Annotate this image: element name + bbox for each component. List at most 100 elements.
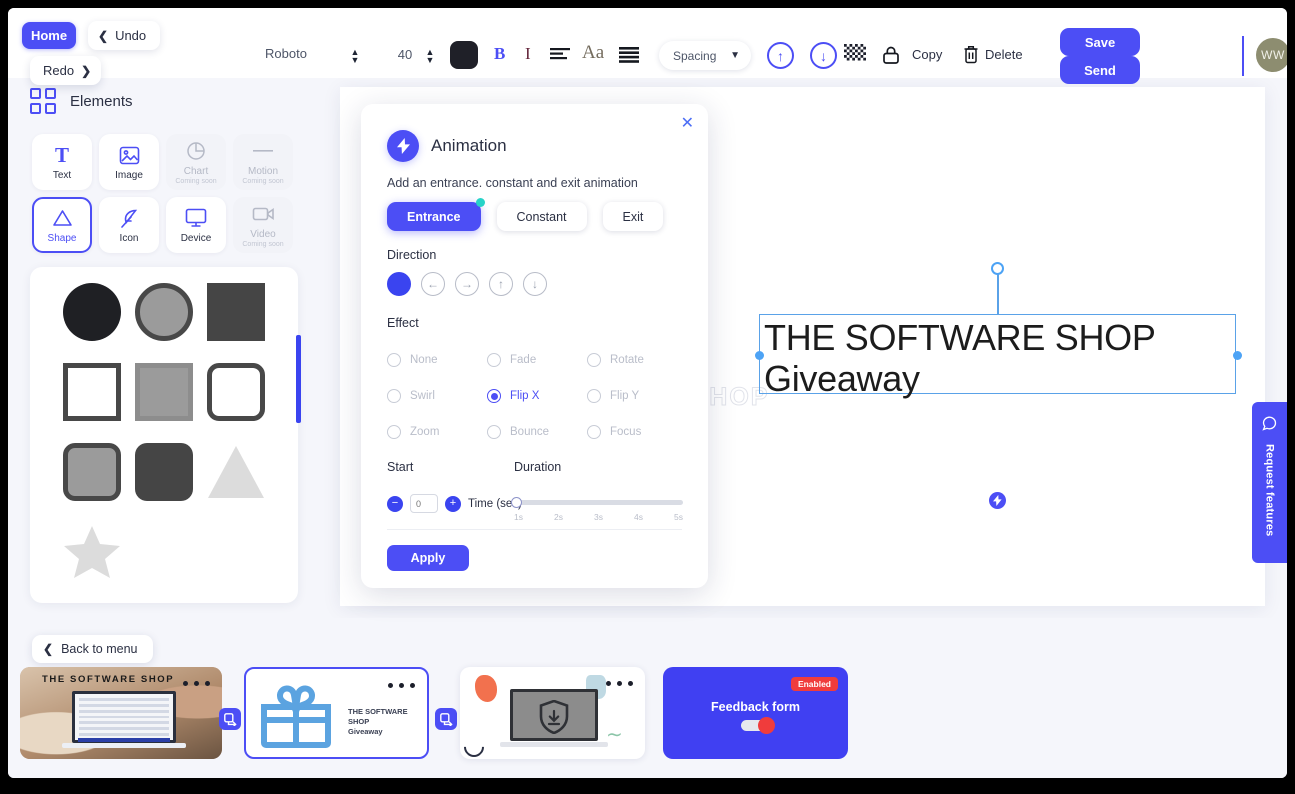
effect-zoom[interactable]: Zoom <box>387 414 487 450</box>
font-size-stepper[interactable]: ▲ ▼ <box>424 46 436 66</box>
close-icon[interactable]: ✕ <box>681 116 694 132</box>
shape-rounded-square-dark[interactable] <box>128 432 200 512</box>
radio-icon <box>587 425 601 439</box>
italic-button[interactable]: I <box>525 44 531 64</box>
text-color-swatch[interactable] <box>450 41 478 69</box>
send-button[interactable]: Send <box>1060 56 1140 84</box>
undo-label: Undo <box>115 28 147 43</box>
avatar[interactable]: WW <box>1256 38 1287 72</box>
effect-section-label: Effect <box>387 316 419 330</box>
tab-entrance[interactable]: Entrance <box>387 198 485 231</box>
chevron-left-icon: ❮ <box>43 642 54 656</box>
element-card-text[interactable]: T Text <box>32 134 92 190</box>
duration-slider[interactable] <box>511 497 683 508</box>
tick-label: 1s <box>514 512 523 522</box>
effect-flip-x[interactable]: Flip X <box>487 378 587 414</box>
device-icon <box>185 206 207 230</box>
shape-square-filled-gray[interactable] <box>128 352 200 432</box>
slide-menu-dots[interactable] <box>606 681 633 686</box>
copy-button[interactable]: Copy <box>912 47 942 62</box>
text-line-2: Giveaway <box>764 358 920 399</box>
font-family-select[interactable]: Roboto <box>236 46 336 61</box>
save-button[interactable]: Save <box>1060 28 1140 56</box>
chevron-down-icon: ▼ <box>425 55 435 65</box>
transparency-grid-icon[interactable] <box>844 44 866 66</box>
element-card-image[interactable]: Image <box>99 134 159 190</box>
decorative-wave-green: ∼ <box>606 724 623 746</box>
slide-thumbnail-1[interactable]: THE SOFTWARE SHOP <box>20 667 222 759</box>
effect-rotate[interactable]: Rotate <box>587 342 687 378</box>
resize-handle-left[interactable] <box>755 351 764 360</box>
shape-rounded-square-outline[interactable] <box>200 352 272 432</box>
grid-icon <box>30 88 56 114</box>
element-card-device[interactable]: Device <box>166 197 226 253</box>
element-label: Motion <box>247 166 278 177</box>
shape-triangle-light[interactable] <box>200 432 272 512</box>
element-label: Text <box>52 170 72 181</box>
tab-exit[interactable]: Exit <box>602 202 664 231</box>
laptop-accent-bar <box>78 738 170 742</box>
feedback-form-toggle[interactable] <box>741 717 775 734</box>
direction-left-button[interactable]: ← <box>421 272 445 296</box>
send-backward-button[interactable]: ↓ <box>810 42 837 69</box>
arrow-left-icon: ← <box>427 277 439 291</box>
redo-button[interactable]: Redo ❯ <box>30 56 102 85</box>
decrease-time-button[interactable]: − <box>387 495 403 512</box>
bring-forward-button[interactable]: ↑ <box>767 42 794 69</box>
trash-icon[interactable] <box>962 44 980 64</box>
animation-badge-button[interactable] <box>989 492 1006 509</box>
direction-none-button[interactable] <box>387 272 411 296</box>
font-size-input[interactable]: 40 <box>394 47 416 62</box>
delete-button[interactable]: Delete <box>985 47 1023 62</box>
radio-icon <box>487 389 501 403</box>
element-card-icon[interactable]: Icon <box>99 197 159 253</box>
home-button[interactable]: Home <box>22 22 76 49</box>
align-left-icon[interactable] <box>549 44 573 66</box>
effect-fade[interactable]: Fade <box>487 342 587 378</box>
rotate-handle[interactable] <box>991 262 1004 275</box>
effect-flip-y[interactable]: Flip Y <box>587 378 687 414</box>
increase-time-button[interactable]: + <box>445 495 461 512</box>
element-card-shape[interactable]: Shape <box>32 197 92 253</box>
duration-slider-knob[interactable] <box>511 497 522 508</box>
bold-button[interactable]: B <box>494 44 505 64</box>
status-badge: Enabled <box>790 677 838 691</box>
slide-menu-dots[interactable] <box>183 681 210 686</box>
lock-icon[interactable] <box>880 44 902 66</box>
apply-button[interactable]: Apply <box>387 545 469 571</box>
effect-none[interactable]: None <box>387 342 487 378</box>
arrow-right-icon: → <box>461 277 473 291</box>
start-time-input[interactable] <box>410 494 438 513</box>
back-to-menu-button[interactable]: ❮ Back to menu <box>32 635 153 663</box>
slide-menu-dots[interactable] <box>388 683 415 688</box>
selected-text-element[interactable]: THE SOFTWARE SHOP Giveaway <box>755 262 1242 399</box>
tab-constant[interactable]: Constant <box>496 202 587 231</box>
arrow-up-icon: ↑ <box>498 277 504 291</box>
line-list-icon[interactable] <box>618 44 640 66</box>
shape-circle-filled-dark[interactable] <box>56 272 128 352</box>
effect-swirl[interactable]: Swirl <box>387 378 487 414</box>
resize-handle-right[interactable] <box>1233 351 1242 360</box>
slide-thumbnail-3[interactable]: ∼ <box>460 667 645 759</box>
animation-dialog: ✕ Animation Add an entrance. constant an… <box>361 104 708 588</box>
effect-bounce[interactable]: Bounce <box>487 414 587 450</box>
slide-transition-link-2[interactable] <box>435 708 457 730</box>
shape-circle-outline-gray[interactable] <box>128 272 200 352</box>
request-features-tab[interactable]: Request features <box>1252 402 1287 563</box>
effect-label: None <box>410 354 438 366</box>
shape-square-filled-dark[interactable] <box>200 272 272 352</box>
slide-thumbnail-4-feedback[interactable]: Enabled Feedback form <box>663 667 848 759</box>
slide-transition-link-1[interactable] <box>219 708 241 730</box>
direction-down-button[interactable]: ↓ <box>523 272 547 296</box>
shape-star-light[interactable] <box>56 512 128 592</box>
font-family-stepper[interactable]: ▲ ▼ <box>349 46 361 66</box>
slide-thumbnail-2[interactable]: THE SOFTWARE SHOP Giveaway <box>244 667 429 759</box>
spacing-select[interactable]: Spacing ▼ <box>659 41 751 70</box>
text-case-icon[interactable]: Aa <box>582 42 604 64</box>
direction-up-button[interactable]: ↑ <box>489 272 513 296</box>
effect-focus[interactable]: Focus <box>587 414 687 450</box>
shape-rounded-square-gray[interactable] <box>56 432 128 512</box>
direction-right-button[interactable]: → <box>455 272 479 296</box>
shape-square-outline-white[interactable] <box>56 352 128 432</box>
undo-button[interactable]: ❮ Undo <box>88 21 161 50</box>
